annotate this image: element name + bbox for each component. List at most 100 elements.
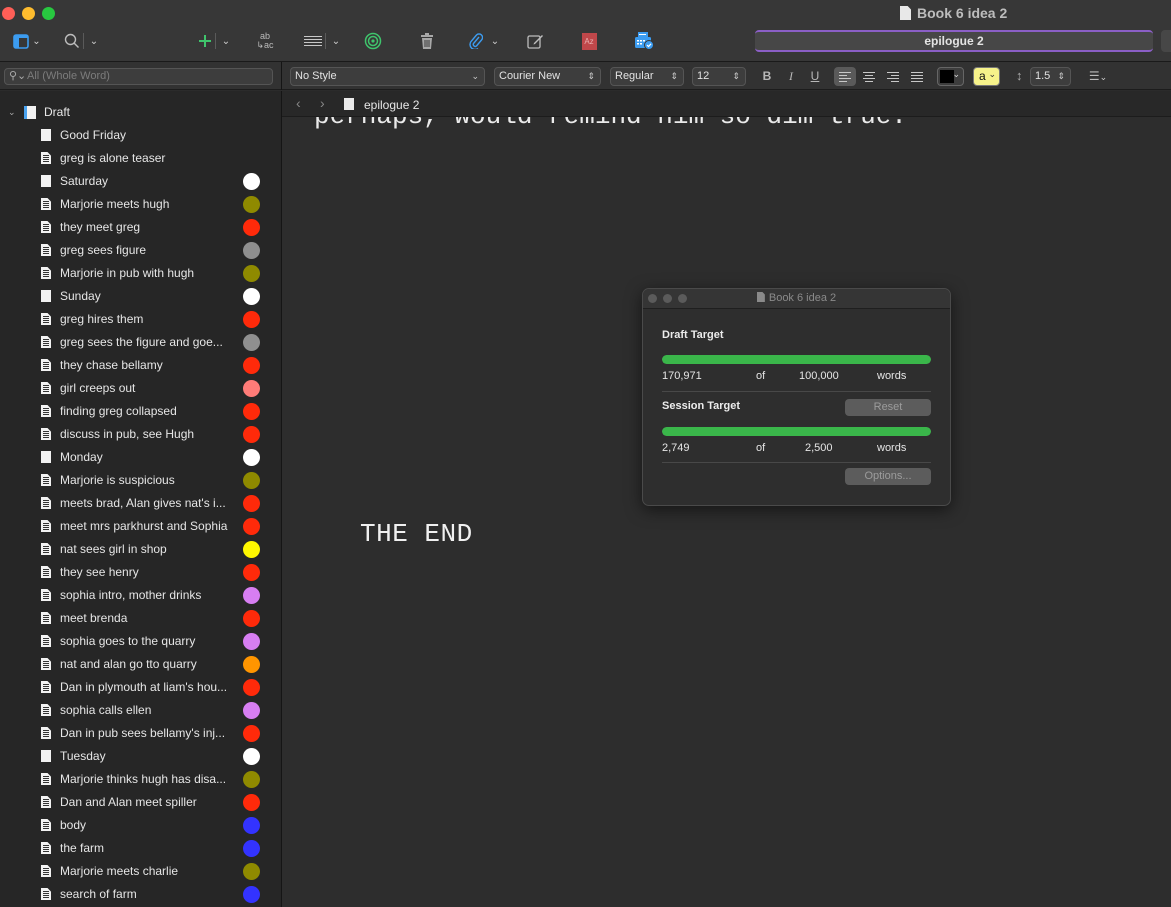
close-window-button[interactable] bbox=[2, 7, 15, 20]
minimize-window-button[interactable] bbox=[22, 7, 35, 20]
text-color-button[interactable]: ⌄ bbox=[937, 67, 964, 86]
binder-item[interactable]: the farm bbox=[0, 837, 281, 860]
binder-item[interactable]: search of farm bbox=[0, 883, 281, 906]
binder-item[interactable]: Good Friday bbox=[0, 124, 281, 147]
editor-document-title[interactable]: epilogue 2 bbox=[364, 98, 419, 112]
align-justify-button[interactable] bbox=[907, 67, 927, 86]
attach-button[interactable]: ⌄ bbox=[466, 30, 502, 52]
binder-item[interactable]: Marjorie meets hugh bbox=[0, 193, 281, 216]
binder-item[interactable]: meet brenda bbox=[0, 607, 281, 630]
binder-item[interactable]: Saturday bbox=[0, 170, 281, 193]
binder-item[interactable]: discuss in pub, see Hugh bbox=[0, 423, 281, 446]
text-document-icon bbox=[41, 382, 51, 394]
draft-progress-bar bbox=[662, 355, 931, 364]
binder-item[interactable]: Marjorie meets charlie bbox=[0, 860, 281, 883]
binder-item[interactable]: they see henry bbox=[0, 561, 281, 584]
label-color-dot bbox=[243, 725, 260, 742]
draft-target-count[interactable]: 100,000 bbox=[799, 370, 839, 382]
dictionary-button[interactable]: Az bbox=[581, 30, 597, 52]
underline-button[interactable]: U bbox=[805, 67, 825, 86]
folder-document-icon bbox=[41, 750, 51, 762]
binder-item-label: they see henry bbox=[60, 565, 139, 579]
line-spacing-select[interactable]: 1.5 ⇕ bbox=[1030, 67, 1071, 86]
font-family-value: Courier New bbox=[499, 70, 561, 82]
panel-titlebar[interactable]: Book 6 idea 2 bbox=[643, 289, 950, 309]
forward-arrow-icon[interactable]: › bbox=[320, 95, 325, 111]
binder-item[interactable]: Marjorie in pub with hugh bbox=[0, 262, 281, 285]
quick-search-button[interactable]: ⌄ bbox=[62, 30, 100, 52]
binder-item[interactable]: Marjorie thinks hugh has disa... bbox=[0, 768, 281, 791]
binder-item[interactable]: girl creeps out bbox=[0, 377, 281, 400]
binder-item[interactable]: sophia calls ellen bbox=[0, 699, 281, 722]
align-center-button[interactable] bbox=[859, 67, 879, 86]
paperclip-icon bbox=[469, 33, 483, 49]
binder-item-label: Marjorie meets charlie bbox=[60, 864, 179, 878]
paragraph-style-select[interactable]: No Style ⌄ bbox=[290, 67, 485, 86]
edit-button[interactable] bbox=[526, 30, 544, 52]
binder-item[interactable]: Sunday bbox=[0, 285, 281, 308]
binder-item[interactable]: sophia intro, mother drinks bbox=[0, 584, 281, 607]
trash-button[interactable] bbox=[418, 30, 436, 52]
label-color-dot bbox=[243, 610, 260, 627]
compile-button[interactable] bbox=[634, 30, 654, 52]
binder-item[interactable]: nat sees girl in shop bbox=[0, 538, 281, 561]
view-layout-button[interactable]: ⌄ bbox=[9, 30, 45, 52]
add-button[interactable]: ⌄ bbox=[196, 30, 232, 52]
binder-sidebar: ⌄ Draft Good Friday greg is alone teaser S… bbox=[0, 91, 281, 907]
binder-item[interactable]: greg sees figure bbox=[0, 239, 281, 262]
list-style-button[interactable]: ☰⌄ bbox=[1084, 67, 1112, 86]
draft-folder-icon bbox=[24, 105, 36, 119]
binder-item[interactable]: meet mrs parkhurst and Sophia bbox=[0, 515, 281, 538]
options-button[interactable]: Options... bbox=[845, 468, 931, 485]
align-left-button[interactable] bbox=[834, 67, 856, 86]
binder-item[interactable]: meets brad, Alan gives nat's i... bbox=[0, 492, 281, 515]
session-target-count[interactable]: 2,500 bbox=[805, 442, 833, 454]
bold-button[interactable]: B bbox=[757, 67, 777, 86]
binder-item[interactable]: greg is alone teaser bbox=[0, 147, 281, 170]
binder-item[interactable]: greg sees the figure and goe... bbox=[0, 331, 281, 354]
binder-item[interactable]: Monday bbox=[0, 446, 281, 469]
binder-search-input[interactable]: ⚲⌄ All (Whole Word) bbox=[4, 68, 273, 85]
compose-icon bbox=[526, 35, 543, 49]
binder-item[interactable]: sophia goes to the quarry bbox=[0, 630, 281, 653]
binder-item[interactable]: Tuesday bbox=[0, 745, 281, 768]
toolbar-overflow-field[interactable] bbox=[1161, 30, 1171, 52]
editor-body-text[interactable]: THE END bbox=[360, 519, 473, 549]
zoom-window-button[interactable] bbox=[42, 7, 55, 20]
font-size-select[interactable]: 12 ⇕ bbox=[692, 67, 746, 86]
text-document-icon bbox=[41, 865, 51, 877]
binder-item[interactable]: body bbox=[0, 814, 281, 837]
label-color-dot bbox=[243, 403, 260, 420]
binder-item[interactable]: finding greg collapsed bbox=[0, 400, 281, 423]
back-arrow-icon[interactable]: ‹ bbox=[296, 95, 301, 111]
binder-item[interactable]: Marjorie is suspicious bbox=[0, 469, 281, 492]
binder-root-label: Draft bbox=[44, 105, 71, 119]
binder-item[interactable]: Dan and Alan meet spiller bbox=[0, 791, 281, 814]
disclosure-chevron-icon[interactable]: ⌄ bbox=[8, 107, 18, 118]
font-family-select[interactable]: Courier New ⇕ bbox=[494, 67, 601, 86]
target-icon bbox=[364, 32, 382, 50]
chevron-down-icon: ⌄ bbox=[988, 69, 996, 79]
chevron-down-icon: ⌄ bbox=[490, 35, 500, 47]
binder-item[interactable]: Dan in pub sees bellamy's inj... bbox=[0, 722, 281, 745]
format-button[interactable]: ab ↳ac bbox=[252, 30, 278, 52]
document-title-field[interactable]: epilogue 2 bbox=[755, 30, 1153, 52]
binder-item-label: Dan in pub sees bellamy's inj... bbox=[60, 726, 226, 740]
session-unit-label[interactable]: words bbox=[877, 442, 906, 454]
format-bar: ⚲⌄ All (Whole Word) No Style ⌄ Courier N… bbox=[0, 62, 1171, 90]
targets-button[interactable] bbox=[363, 30, 383, 52]
binder-item[interactable]: greg hires them bbox=[0, 308, 281, 331]
align-right-button[interactable] bbox=[883, 67, 903, 86]
binder-item-label: Dan and Alan meet spiller bbox=[60, 795, 197, 809]
italic-button[interactable]: I bbox=[781, 67, 801, 86]
binder-item[interactable]: nat and alan go tto quarry bbox=[0, 653, 281, 676]
reset-button[interactable]: Reset bbox=[845, 399, 931, 416]
binder-item[interactable]: they chase bellamy bbox=[0, 354, 281, 377]
binder-root-draft[interactable]: ⌄ Draft bbox=[0, 103, 70, 121]
draft-unit-label[interactable]: words bbox=[877, 370, 906, 382]
binder-item[interactable]: Dan in plymouth at liam's hou... bbox=[0, 676, 281, 699]
highlight-color-button[interactable]: a ⌄ bbox=[973, 67, 1000, 86]
font-weight-select[interactable]: Regular ⇕ bbox=[610, 67, 684, 86]
view-mode-button[interactable]: ⌄ bbox=[302, 30, 342, 52]
binder-item[interactable]: they meet greg bbox=[0, 216, 281, 239]
